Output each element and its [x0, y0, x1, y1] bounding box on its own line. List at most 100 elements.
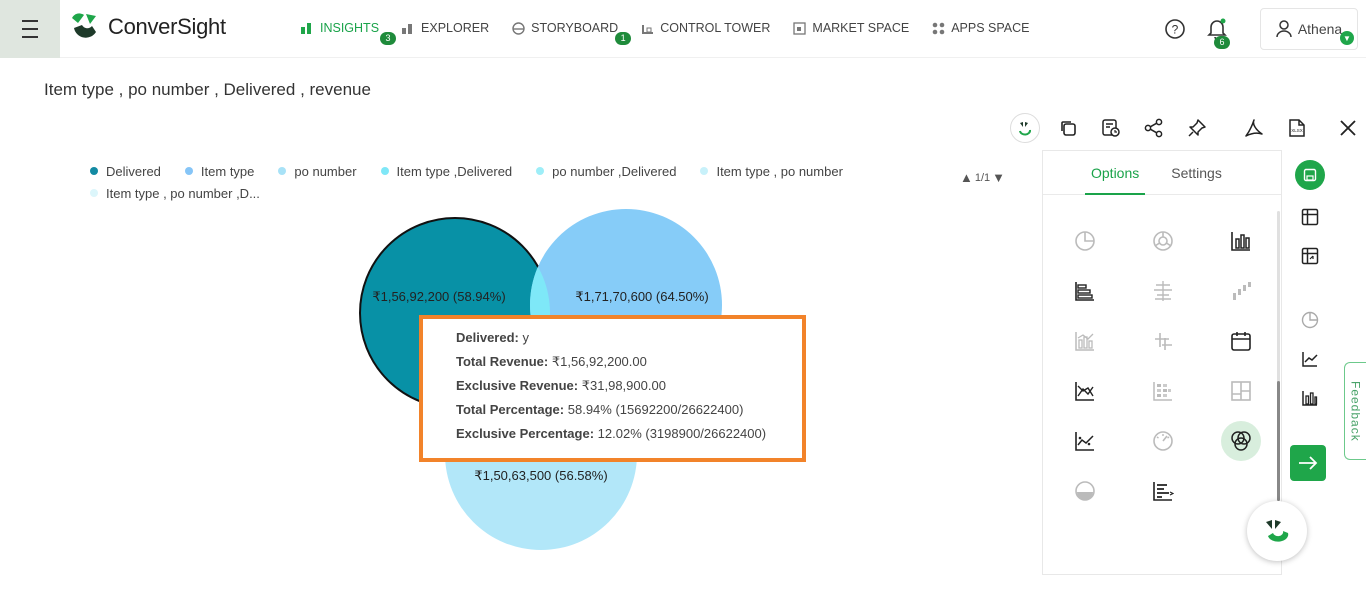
nav-apps-space-label: APPS SPACE [951, 21, 1030, 35]
nav-storyboard[interactable]: STORYBOARD 1 [511, 18, 632, 45]
report-schedule-icon [1102, 119, 1120, 137]
waterfall-chart-icon[interactable] [1221, 271, 1261, 311]
tooltip-key: Exclusive Percentage: [456, 426, 595, 441]
arrow-right-icon [1299, 456, 1318, 470]
tab-settings[interactable]: Settings [1171, 151, 1222, 194]
pdf-icon [1245, 119, 1263, 137]
legend-item[interactable]: Delivered [90, 164, 161, 179]
tooltip-line: Total Revenue: ₹1,56,92,200.00 [456, 352, 802, 376]
legend-item[interactable]: po number ,Delivered [536, 164, 676, 179]
column-view-button[interactable] [1295, 383, 1325, 413]
tooltip-key: Exclusive Revenue: [456, 378, 579, 393]
side-toolbar [1290, 160, 1330, 422]
save-icon [1303, 168, 1317, 182]
share-button[interactable] [1139, 113, 1169, 143]
legend-label: po number ,Delivered [552, 163, 677, 179]
gauge-chart-icon[interactable] [1143, 421, 1183, 461]
legend-item[interactable]: Item type ,Delivered [380, 163, 513, 179]
tab-options[interactable]: Options [1084, 151, 1146, 195]
crosshair-chart-icon[interactable] [1143, 321, 1183, 361]
table-view-button[interactable] [1295, 202, 1325, 232]
tooltip-line: Total Percentage: 58.94% (15692200/26622… [456, 400, 802, 424]
liquid-gauge-icon[interactable] [1065, 471, 1105, 511]
ranked-bar-icon[interactable] [1143, 471, 1183, 511]
nav-control-tower[interactable]: CONTROL TOWER [640, 18, 770, 38]
tooltip-key: Total Percentage: [456, 402, 565, 417]
app-logo[interactable]: ConverSight [68, 10, 226, 44]
apply-button[interactable] [1290, 445, 1326, 481]
chevron-down-icon[interactable]: ▼ [1340, 31, 1354, 45]
assistant-bot-icon [1266, 520, 1289, 542]
legend-label: Item type ,Delivered [396, 163, 513, 179]
treemap-chart-icon[interactable] [1221, 371, 1261, 411]
line-view-button[interactable] [1295, 344, 1325, 374]
hamburger-menu-button[interactable] [0, 0, 60, 58]
heatmap-chart-icon[interactable] [1143, 371, 1183, 411]
schedule-report-button[interactable] [1096, 113, 1126, 143]
help-icon: ? [1165, 19, 1185, 39]
legend-dot [184, 167, 193, 175]
nav-apps-space[interactable]: APPS SPACE [931, 18, 1029, 38]
pie-chart-icon [1301, 311, 1319, 329]
user-menu[interactable]: Athena ▼ [1260, 8, 1358, 50]
panel-tabs: Options Settings [1043, 151, 1281, 195]
tooltip-value: ₹31,98,900.00 [581, 378, 666, 393]
notifications-button[interactable]: 6 [1204, 16, 1230, 49]
chat-assistant-button[interactable] [1247, 501, 1307, 561]
pivot-view-button[interactable] [1295, 241, 1325, 271]
tooltip-line: Exclusive Revenue: ₹31,98,900.00 [456, 376, 802, 400]
venn-label-po-number: ₹1,50,63,500 (56.58%) [474, 468, 607, 483]
close-icon [1340, 120, 1356, 136]
legend-label: Item type , po number ,D... [106, 185, 260, 201]
save-chart-button[interactable] [1295, 160, 1325, 190]
legend-item[interactable]: Item type [184, 163, 255, 179]
multi-line-chart-icon[interactable] [1065, 371, 1105, 411]
query-title: Item type , po number , Delivered , reve… [44, 80, 371, 99]
nav-explorer[interactable]: EXPLORER [401, 18, 489, 38]
legend-item[interactable]: Item type , po number ,D... [90, 186, 260, 201]
diverging-bar-icon[interactable] [1143, 271, 1183, 311]
export-pdf-button[interactable] [1239, 113, 1269, 143]
help-button[interactable]: ? [1162, 16, 1188, 42]
pivot-table-icon [1301, 247, 1319, 265]
legend-dot [90, 189, 98, 197]
legend-dot [700, 167, 709, 175]
pager-up-icon[interactable]: ▲ [960, 170, 973, 185]
assistant-button[interactable] [1010, 113, 1040, 143]
pin-icon [1188, 119, 1206, 137]
pie-chart-icon[interactable] [1065, 221, 1105, 261]
header-tools: ? 6 Athena ▼ [1162, 8, 1358, 50]
venn-chart-icon[interactable] [1221, 421, 1261, 461]
pin-button[interactable] [1182, 113, 1212, 143]
close-button[interactable] [1333, 113, 1363, 143]
column-chart-icon[interactable] [1221, 221, 1261, 261]
nav-control-tower-label: CONTROL TOWER [660, 21, 771, 35]
user-icon [1276, 20, 1292, 38]
nav-market-space[interactable]: MARKET SPACE [792, 18, 909, 38]
nav-insights[interactable]: INSIGHTS 3 [300, 18, 396, 45]
options-panel: Options Settings [1042, 150, 1282, 575]
legend-item[interactable]: po number [278, 164, 357, 179]
venn-label-item-type: ₹1,71,70,600 (64.50%) [575, 289, 708, 304]
tooltip-value: ₹1,56,92,200.00 [551, 354, 647, 369]
notifications-badge: 6 [1214, 36, 1230, 49]
calendar-chart-icon[interactable] [1221, 321, 1261, 361]
control-tower-icon [640, 21, 654, 35]
nav-insights-label: INSIGHTS [320, 21, 380, 35]
donut-chart-icon[interactable] [1143, 221, 1183, 261]
pager-down-icon[interactable]: ▼ [992, 170, 1005, 185]
feedback-tab[interactable]: Feedback [1344, 362, 1366, 460]
pie-view-button[interactable] [1295, 305, 1325, 335]
export-xlsx-button[interactable]: XLSX [1282, 113, 1312, 143]
insights-badge: 3 [380, 32, 396, 45]
bar-chart-horizontal-icon[interactable] [1065, 271, 1105, 311]
legend-item[interactable]: Item type , po number [700, 164, 843, 179]
nav-explorer-label: EXPLORER [421, 21, 490, 35]
venn-label-delivered: ₹1,56,92,200 (58.94%) [372, 289, 505, 304]
tooltip-line: Exclusive Percentage: 12.02% (3198900/26… [456, 424, 802, 448]
legend-label: Item type [200, 163, 255, 179]
scatter-line-chart-icon[interactable] [1065, 421, 1105, 461]
line-chart-icon [1302, 352, 1318, 367]
duplicate-button[interactable] [1053, 113, 1083, 143]
combo-chart-icon[interactable] [1065, 321, 1105, 361]
